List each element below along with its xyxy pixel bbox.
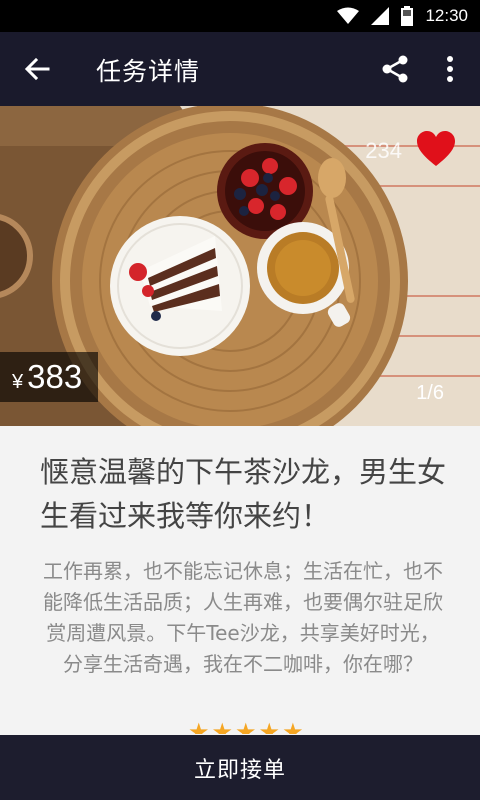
task-content: 惬意温馨的下午茶沙龙，男生女生看过来我等你来约！ 工作再累，也不能忘记休息；生活… [0,426,480,736]
task-description: 工作再累，也不能忘记休息；生活在忙，也不能降低生活品质；人生再难，也要偶尔驻足欣… [43,559,443,676]
star-icon: ★ [235,720,257,734]
back-arrow-icon[interactable] [22,54,52,84]
more-vert-icon[interactable] [438,54,462,84]
price-tag: ¥ 383 [0,352,99,402]
price-value: 383 [27,358,83,395]
status-bar: 12:30 [0,0,480,32]
app-bar: 任务详情 [0,32,480,106]
task-headline: 惬意温馨的下午茶沙龙，男生女生看过来我等你来约！ [40,455,447,533]
share-icon[interactable] [380,54,410,84]
wifi-icon [337,7,360,24]
heart-icon[interactable] [416,130,456,168]
hero-image[interactable]: 234 ¥ 383 1/6 [0,106,480,426]
image-page-indicator: 1/6 [416,382,444,404]
star-icon: ★ [188,720,210,734]
status-time: 12:30 [425,6,468,25]
like-count: 234 [365,138,402,163]
star-icon: ★ [282,720,304,734]
page-title: 任务详情 [96,57,201,86]
rating-stars: ★ ★ ★ ★ ★ [188,720,304,734]
accept-task-label: 立即接单 [193,757,286,783]
price-currency: ¥ [12,371,24,393]
star-icon: ★ [258,720,281,734]
star-icon: ★ [211,720,234,734]
battery-icon [401,6,414,26]
accept-task-button[interactable]: 立即接单 [0,735,480,800]
signal-icon [371,7,390,25]
